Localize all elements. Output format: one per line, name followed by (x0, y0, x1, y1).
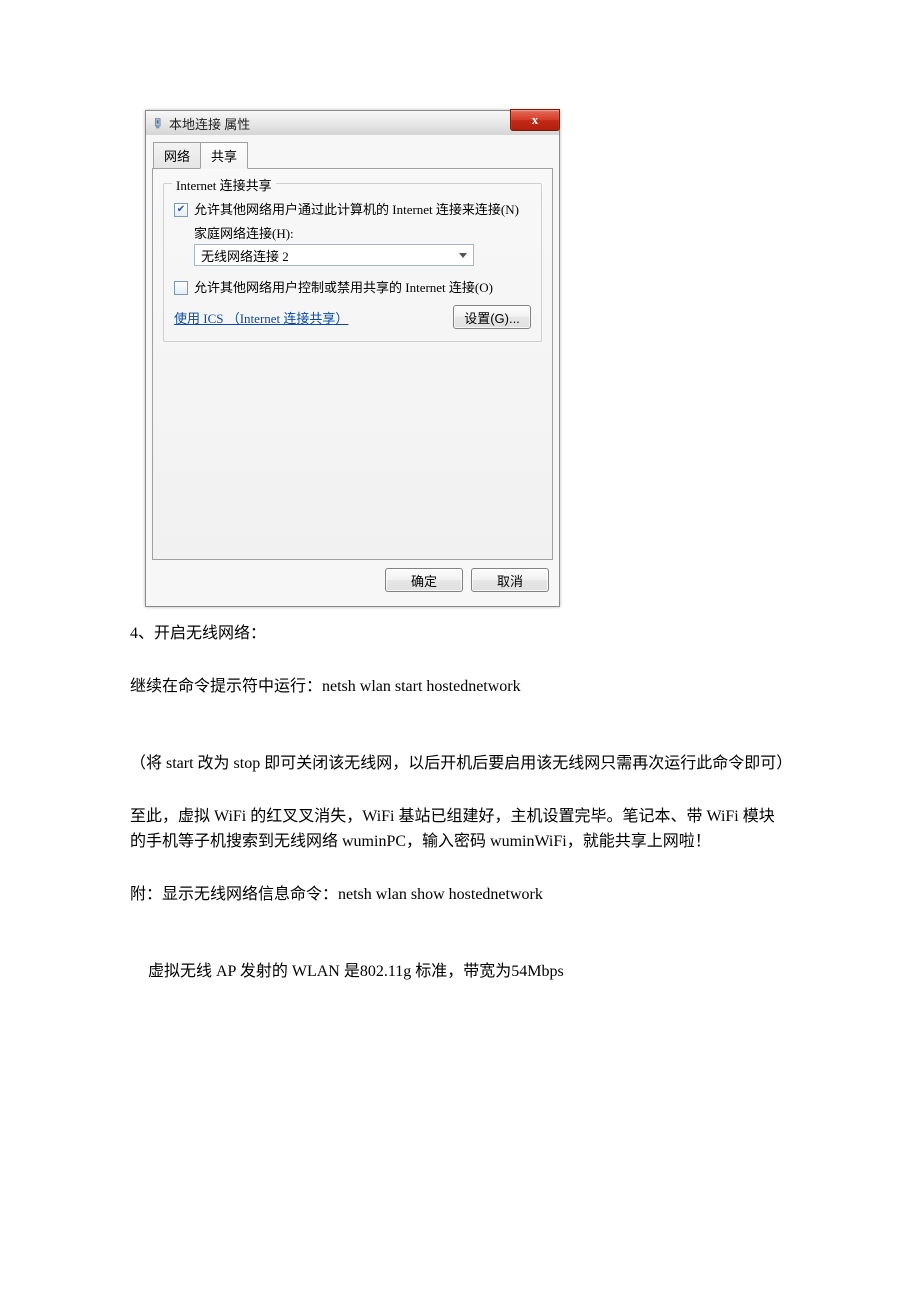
groupbox-legend: Internet 连接共享 (172, 175, 276, 194)
close-button[interactable]: x (510, 109, 560, 131)
dialog-title: 本地连接 属性 (169, 114, 250, 133)
network-adapter-icon (152, 117, 165, 130)
allow-control-label: 允许其他网络用户控制或禁用共享的 Internet 连接(O) (194, 280, 493, 295)
paragraph: 至此，虚拟 WiFi 的红叉叉消失，WiFi 基站已组建好，主机设置完毕。笔记本… (130, 804, 790, 854)
home-network-value: 无线网络连接 2 (201, 246, 289, 265)
tab-strip: 网络 共享 (153, 142, 553, 169)
paragraph: 附：显示无线网络信息命令：netsh wlan show hostednetwo… (130, 882, 790, 907)
allow-control-row: 允许其他网络用户控制或禁用共享的 Internet 连接(O) (174, 280, 531, 295)
allow-other-connect-row: 允许其他网络用户通过此计算机的 Internet 连接来连接(N) (174, 202, 531, 217)
dialog-body: 网络 共享 Internet 连接共享 允许其他网络用户通过此计算机的 Inte… (146, 135, 559, 606)
ics-link-row: 使用 ICS （Internet 连接共享） 设置(G)... (174, 305, 531, 329)
cancel-button[interactable]: 取消 (471, 568, 549, 592)
document-text: 4、开启无线网络： 继续在命令提示符中运行：netsh wlan start h… (130, 621, 790, 984)
settings-button[interactable]: 设置(G)... (453, 305, 531, 329)
allow-control-checkbox[interactable] (174, 281, 188, 295)
paragraph: （将 start 改为 stop 即可关闭该无线网，以后开机后要启用该无线网只需… (130, 751, 790, 776)
ics-groupbox: Internet 连接共享 允许其他网络用户通过此计算机的 Internet 连… (163, 183, 542, 342)
step-heading: 4、开启无线网络： (130, 621, 790, 646)
allow-other-connect-label: 允许其他网络用户通过此计算机的 Internet 连接来连接(N) (194, 202, 519, 217)
paragraph: 虚拟无线 AP 发射的 WLAN 是802.11g 标准，带宽为54Mbps (148, 959, 790, 984)
paragraph: 继续在命令提示符中运行：netsh wlan start hostednetwo… (130, 674, 790, 699)
home-network-select[interactable]: 无线网络连接 2 (194, 244, 474, 266)
ok-button[interactable]: 确定 (385, 568, 463, 592)
home-network-label: 家庭网络连接(H): (194, 223, 531, 242)
dialog-titlebar: 本地连接 属性 x (146, 111, 559, 135)
close-icon: x (532, 112, 539, 128)
tab-network[interactable]: 网络 (153, 142, 201, 169)
tab-panel-sharing: Internet 连接共享 允许其他网络用户通过此计算机的 Internet 连… (152, 168, 553, 560)
properties-dialog: 本地连接 属性 x 网络 共享 Internet 连接共享 允许其他网络用户通过… (145, 110, 560, 607)
tab-sharing[interactable]: 共享 (200, 142, 248, 169)
dialog-footer: 确定 取消 (152, 568, 553, 596)
ics-help-link[interactable]: 使用 ICS （Internet 连接共享） (174, 308, 348, 327)
allow-other-connect-checkbox[interactable] (174, 203, 188, 217)
